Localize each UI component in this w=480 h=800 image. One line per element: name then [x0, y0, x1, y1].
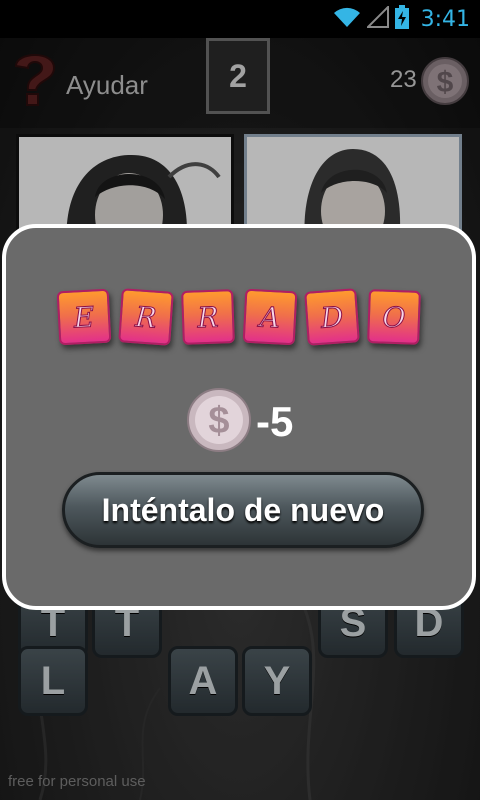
- battery-charging-icon: [394, 4, 409, 34]
- wrong-answer-dialog: E R R A D O $ -5 Inténtalo de nuevo: [2, 224, 476, 610]
- coin-penalty: $ -5: [186, 387, 294, 454]
- svg-text:$: $: [208, 400, 229, 442]
- result-letter-tile: R: [181, 289, 235, 345]
- result-letter-tile: A: [242, 288, 298, 346]
- clock: 3:41: [420, 6, 470, 32]
- result-letter-tile: R: [118, 288, 174, 346]
- status-bar: 3:41: [0, 0, 480, 38]
- signal-icon: [365, 4, 389, 33]
- result-letter-tile: D: [304, 288, 360, 346]
- wifi-icon: [333, 6, 361, 33]
- result-letter-tile: O: [367, 289, 421, 345]
- penalty-amount: -5: [256, 398, 294, 445]
- result-letter-tiles: E R R A D O: [56, 288, 428, 350]
- try-again-button[interactable]: Inténtalo de nuevo: [62, 472, 424, 548]
- coin-icon: $: [186, 387, 252, 458]
- result-letter-tile: E: [56, 288, 112, 346]
